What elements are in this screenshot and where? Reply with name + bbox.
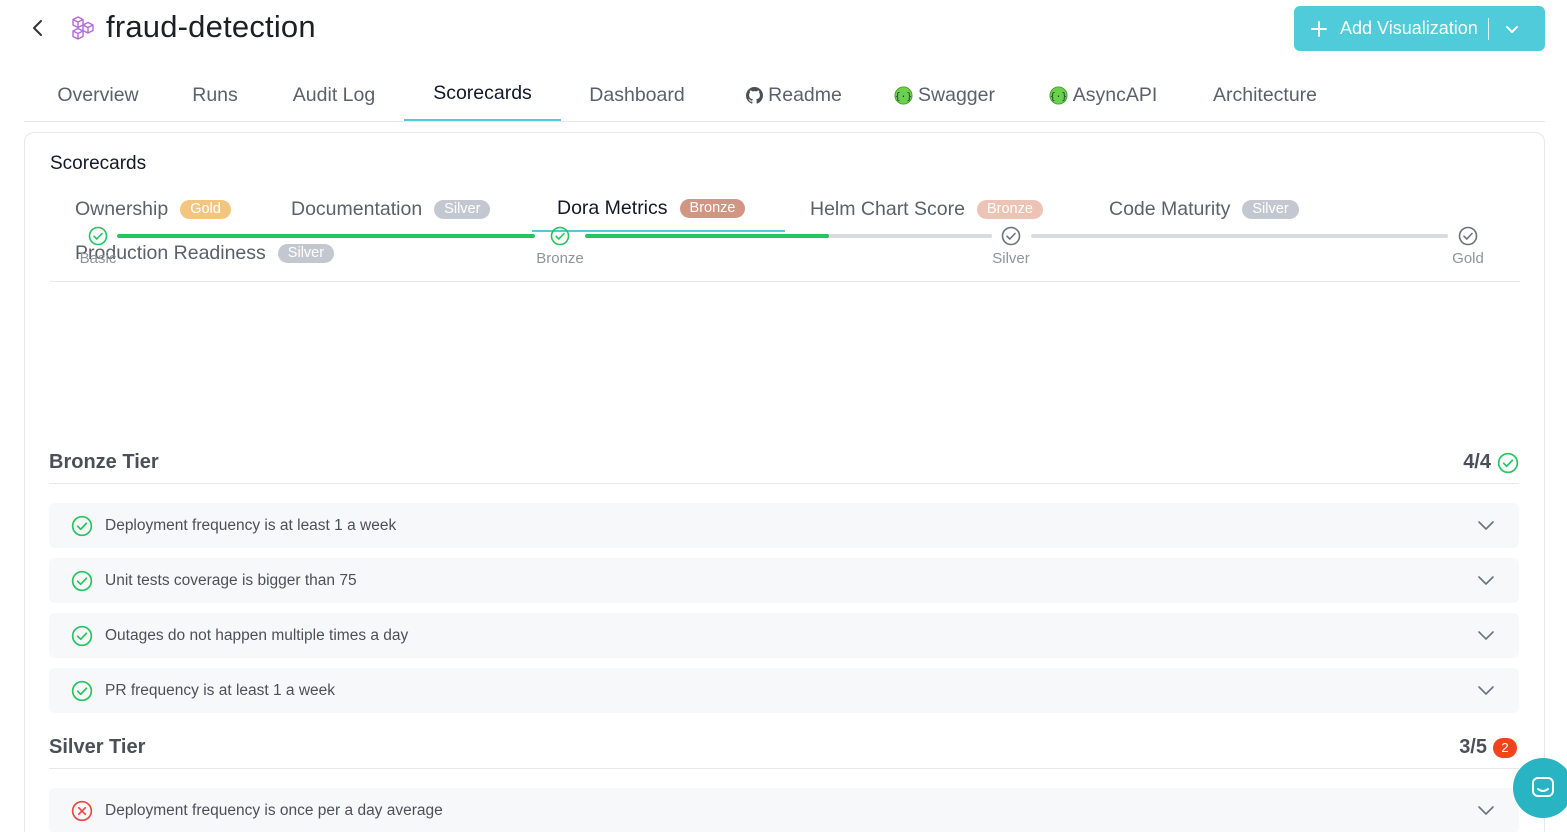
tab-label: AsyncAPI (1072, 83, 1158, 106)
plus-icon (1311, 20, 1327, 37)
level-badge: Gold (180, 199, 231, 219)
tab-label: Dashboard (589, 83, 685, 106)
level-badge: Bronze (976, 199, 1043, 219)
tab-runs[interactable]: Runs (182, 68, 248, 122)
tier-score-value: 3/5 (1459, 736, 1487, 758)
level-badge: Silver (1242, 199, 1299, 219)
tab-dashboard[interactable]: Dashboard (577, 68, 697, 122)
chat-icon (1532, 777, 1554, 797)
tab-audit-log[interactable]: Audit Log (278, 68, 390, 122)
level-node-basic: Basic (68, 226, 128, 267)
svg-text:{·}: {·} (895, 91, 912, 102)
tab-label: Scorecards (433, 82, 532, 104)
rule-row[interactable]: PR frequency is at least 1 a week (49, 668, 1519, 713)
scorecards-title: Scorecards (50, 153, 147, 174)
check-circle-icon (550, 226, 570, 246)
check-circle-icon (88, 226, 108, 246)
rule-text: Deployment frequency is at least 1 a wee… (105, 516, 397, 534)
github-icon (746, 86, 764, 104)
check-circle-icon (71, 515, 93, 537)
progress-fill (585, 234, 830, 238)
check-circle-icon (71, 570, 93, 592)
tier-score-value: 4/4 (1463, 451, 1491, 473)
level-progress: Basic Bronze Silver Gold (49, 226, 1519, 276)
chevron-down-icon[interactable] (1477, 571, 1495, 589)
tab-architecture[interactable]: Architecture (1200, 68, 1330, 122)
chat-button[interactable] (1513, 758, 1567, 818)
rule-row[interactable]: Deployment frequency is at least 1 a wee… (49, 503, 1519, 548)
level-node-gold: Gold (1438, 226, 1498, 267)
swagger-icon: {·} (894, 85, 913, 105)
tab-overview[interactable]: Overview (39, 68, 157, 122)
check-circle-icon (71, 625, 93, 647)
level-label: Bronze (536, 250, 584, 267)
level-badge: Silver (434, 199, 491, 219)
tier-name: Bronze Tier (49, 451, 159, 473)
chevron-down-icon[interactable] (1477, 681, 1495, 699)
level-label: Gold (1452, 250, 1484, 267)
scorecard-tab-label: Ownership (75, 197, 169, 220)
tier-header-bronze: Bronze Tier 4/4 (49, 442, 1519, 484)
tab-label: Swagger (918, 83, 995, 106)
tab-scorecards[interactable]: Scorecards (404, 68, 561, 121)
tab-label: Architecture (1212, 83, 1318, 106)
progress-segment (117, 234, 535, 238)
add-visualization-label: Add Visualization (1340, 18, 1478, 38)
check-circle-icon (1001, 226, 1021, 246)
page-title: fraud-detection (106, 9, 316, 44)
tier-header-silver: Silver Tier 3/5 2 (49, 727, 1519, 769)
main-tab-bar: Overview Runs Audit Log Scorecards Dashb… (24, 68, 1545, 122)
tier-name: Silver Tier (49, 736, 146, 758)
back-button[interactable] (26, 16, 50, 40)
rule-text: PR frequency is at least 1 a week (105, 681, 336, 699)
add-visualization-button[interactable]: Add Visualization (1294, 6, 1545, 51)
tab-label: Audit Log (292, 83, 376, 106)
x-circle-icon (71, 800, 93, 822)
tier-score: 3/5 2 (1459, 736, 1517, 759)
chevron-down-icon[interactable] (1477, 626, 1495, 644)
scorecard-tab-label: Dora Metrics (557, 196, 668, 219)
tab-readme[interactable]: Readme (732, 68, 856, 122)
rule-text: Outages do not happen multiple times a d… (105, 626, 409, 644)
chevron-left-icon (33, 20, 42, 36)
level-node-bronze: Bronze (530, 226, 590, 267)
scorecard-tab-label: Documentation (291, 197, 423, 220)
rule-row[interactable]: Unit tests coverage is bigger than 75 (49, 558, 1519, 603)
level-badge: Bronze (679, 198, 746, 218)
check-circle-icon (1497, 452, 1519, 474)
tab-label: Readme (768, 83, 842, 106)
scorecard-tab-label: Code Maturity (1109, 197, 1231, 220)
rule-text: Unit tests coverage is bigger than 75 (105, 571, 357, 589)
scorecard-tab-label: Helm Chart Score (810, 197, 965, 220)
check-circle-icon (1458, 226, 1478, 246)
check-circle-icon (71, 680, 93, 702)
tier-score: 4/4 (1463, 451, 1519, 474)
tab-asyncapi[interactable]: {·} AsyncAPI (1038, 68, 1168, 122)
level-label: Basic (79, 250, 117, 267)
progress-segment (585, 234, 992, 238)
level-node-silver: Silver (981, 226, 1041, 267)
chevron-down-icon[interactable] (1504, 21, 1520, 37)
progress-fill (117, 234, 535, 238)
level-label: Silver (992, 250, 1030, 267)
tab-label: Overview (57, 83, 139, 106)
progress-segment (1031, 234, 1448, 238)
tab-swagger[interactable]: {·} Swagger (882, 68, 1007, 122)
rule-row[interactable]: Deployment frequency is once per a day a… (49, 788, 1519, 832)
rule-text: Deployment frequency is once per a day a… (105, 801, 443, 819)
button-divider (1487, 17, 1489, 40)
svg-text:{·}: {·} (1050, 91, 1067, 102)
chevron-down-icon[interactable] (1477, 801, 1495, 819)
rule-row[interactable]: Outages do not happen multiple times a d… (49, 613, 1519, 658)
failed-count-badge: 2 (1493, 737, 1517, 758)
asyncapi-icon: {·} (1049, 85, 1068, 105)
cubes-icon (71, 15, 95, 41)
chevron-down-icon[interactable] (1477, 516, 1495, 534)
tab-label: Runs (192, 83, 238, 106)
